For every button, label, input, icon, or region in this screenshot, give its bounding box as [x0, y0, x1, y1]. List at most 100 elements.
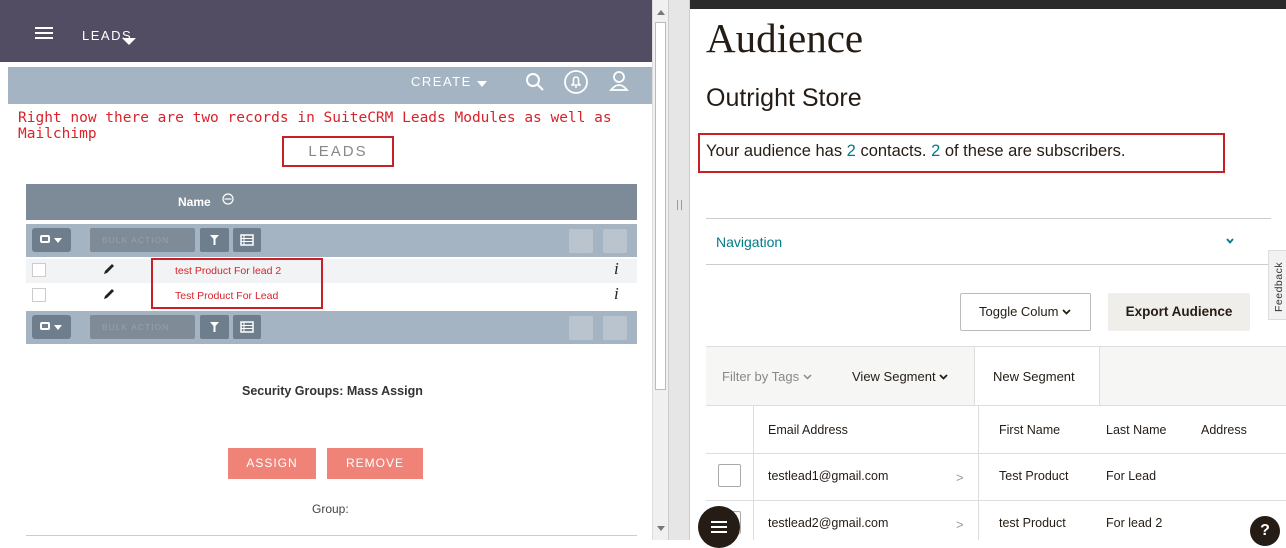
caret-down-icon[interactable] — [122, 38, 136, 45]
contact-first-name: Test Product — [999, 469, 1069, 483]
chevron-down-icon[interactable] — [1225, 236, 1235, 246]
contact-last-name: For Lead — [1106, 469, 1157, 483]
page-title: Audience — [706, 15, 864, 61]
highlight-box — [151, 258, 323, 309]
remove-button[interactable]: REMOVE — [327, 448, 423, 479]
row-checkbox[interactable] — [32, 263, 46, 277]
feedback-label[interactable]: Feedback — [1273, 262, 1285, 312]
chevron-down-icon — [803, 374, 812, 380]
export-audience-button[interactable]: Export Audience — [1108, 293, 1250, 331]
info-icon[interactable]: i — [614, 284, 619, 304]
search-icon[interactable] — [524, 71, 546, 93]
next-page-button[interactable] — [603, 229, 627, 253]
row-arrow[interactable]: > — [956, 517, 964, 532]
pencil-icon[interactable] — [102, 287, 116, 301]
columns-button[interactable] — [233, 228, 261, 252]
help-icon[interactable]: ? — [1250, 516, 1280, 546]
scrollbar[interactable] — [652, 0, 668, 540]
group-label: Group: — [312, 502, 349, 516]
navigation-toggle[interactable]: Navigation — [716, 234, 782, 250]
filter-icon — [210, 322, 219, 332]
scrollbar-thumb[interactable] — [655, 22, 666, 390]
pane-splitter[interactable] — [668, 0, 690, 540]
column-header-email[interactable]: Email Address — [768, 423, 848, 437]
mailchimp-pane: Audience Outright Store Your audience ha… — [690, 0, 1286, 540]
contact-last-name: For lead 2 — [1106, 516, 1163, 530]
next-page-button[interactable] — [603, 316, 627, 340]
toggle-columns-label: Toggle Colum — [979, 304, 1059, 319]
previous-page-button[interactable] — [569, 316, 593, 340]
list-toolbar-top: BULK ACTION — [26, 224, 637, 257]
contact-email[interactable]: testlead2@gmail.com — [768, 516, 888, 530]
summary-middle: contacts. — [855, 142, 932, 160]
row-arrow[interactable]: > — [956, 470, 964, 485]
row-checkbox[interactable] — [718, 464, 741, 487]
table-row[interactable]: test Product For lead 2 i — [26, 259, 637, 283]
checkbox-icon — [40, 235, 50, 243]
caret-down-icon[interactable] — [477, 81, 487, 87]
top-strip — [690, 0, 1286, 9]
divider — [706, 453, 1286, 454]
assign-button[interactable]: ASSIGN — [228, 448, 316, 479]
filter-icon — [210, 235, 219, 245]
hamburger-icon[interactable] — [35, 27, 53, 39]
filter-by-tags-dropdown[interactable]: Filter by Tags — [722, 369, 812, 384]
divider — [706, 218, 1271, 219]
chat-menu-icon[interactable] — [698, 506, 740, 548]
filter-button[interactable] — [200, 228, 229, 252]
new-segment-label: New Segment — [993, 369, 1075, 384]
scroll-up-icon[interactable] — [657, 10, 665, 15]
columns-icon — [240, 321, 254, 333]
bulk-action-button[interactable]: BULK ACTION — [90, 228, 195, 252]
select-dropdown-button[interactable] — [32, 228, 71, 252]
contact-first-name: test Product — [999, 516, 1066, 530]
pencil-icon[interactable] — [102, 262, 116, 276]
info-icon[interactable]: i — [614, 259, 619, 279]
filter-tags-label: Filter by Tags — [722, 369, 800, 384]
top-navbar: LEADS — [0, 0, 652, 62]
view-segment-dropdown[interactable]: View Segment — [852, 369, 948, 384]
divider — [978, 406, 979, 540]
contact-email[interactable]: testlead1@gmail.com — [768, 469, 888, 483]
list-toolbar-bottom: BULK ACTION — [26, 311, 637, 344]
row-checkbox[interactable] — [32, 288, 46, 302]
divider — [753, 406, 754, 540]
toggle-columns-button[interactable]: Toggle Colum — [960, 293, 1091, 331]
scroll-down-icon[interactable] — [657, 526, 665, 531]
table-row[interactable]: Test Product For Lead i — [26, 284, 637, 308]
columns-button[interactable] — [233, 315, 261, 339]
divider — [706, 500, 1286, 501]
contacts-count[interactable]: 2 — [847, 142, 856, 160]
notification-icon[interactable] — [563, 69, 589, 95]
summary-suffix: of these are subscribers. — [940, 142, 1126, 160]
action-bar: CREATE — [8, 67, 652, 104]
summary-prefix: Your audience has — [706, 142, 847, 160]
select-dropdown-button[interactable] — [32, 315, 71, 339]
chevron-down-icon — [1062, 309, 1071, 315]
splitter-grip-icon[interactable] — [677, 200, 682, 210]
columns-icon — [240, 234, 254, 246]
new-segment-tab[interactable]: New Segment — [974, 347, 1100, 405]
audience-summary: Your audience has 2 contacts. 2 of these… — [706, 142, 1126, 161]
create-menu[interactable]: CREATE — [411, 74, 472, 89]
bulk-action-button[interactable]: BULK ACTION — [90, 315, 195, 339]
checkbox-icon — [40, 322, 50, 330]
column-header-address[interactable]: Address — [1201, 423, 1247, 437]
contacts-table: Email Address First Name Last Name Addre… — [706, 406, 1286, 540]
user-icon[interactable] — [609, 70, 629, 92]
chevron-down-icon — [939, 374, 948, 380]
name-column-header[interactable]: Name — [178, 195, 211, 209]
filter-button[interactable] — [200, 315, 229, 339]
sort-icon[interactable] — [222, 193, 234, 205]
segment-bar: Filter by Tags View Segment New Segment — [706, 346, 1286, 406]
caret-down-icon — [54, 238, 62, 243]
leads-header: LEADS — [282, 136, 394, 167]
column-header-last-name[interactable]: Last Name — [1106, 423, 1166, 437]
view-segment-label: View Segment — [852, 369, 936, 384]
subscribers-count[interactable]: 2 — [931, 142, 940, 160]
column-header-first-name[interactable]: First Name — [999, 423, 1060, 437]
suitecrm-pane: LEADS CREATE Right now there are two rec… — [0, 0, 670, 540]
previous-page-button[interactable] — [569, 229, 593, 253]
security-groups-title: Security Groups: Mass Assign — [242, 384, 423, 398]
list-header: Name — [26, 184, 637, 220]
